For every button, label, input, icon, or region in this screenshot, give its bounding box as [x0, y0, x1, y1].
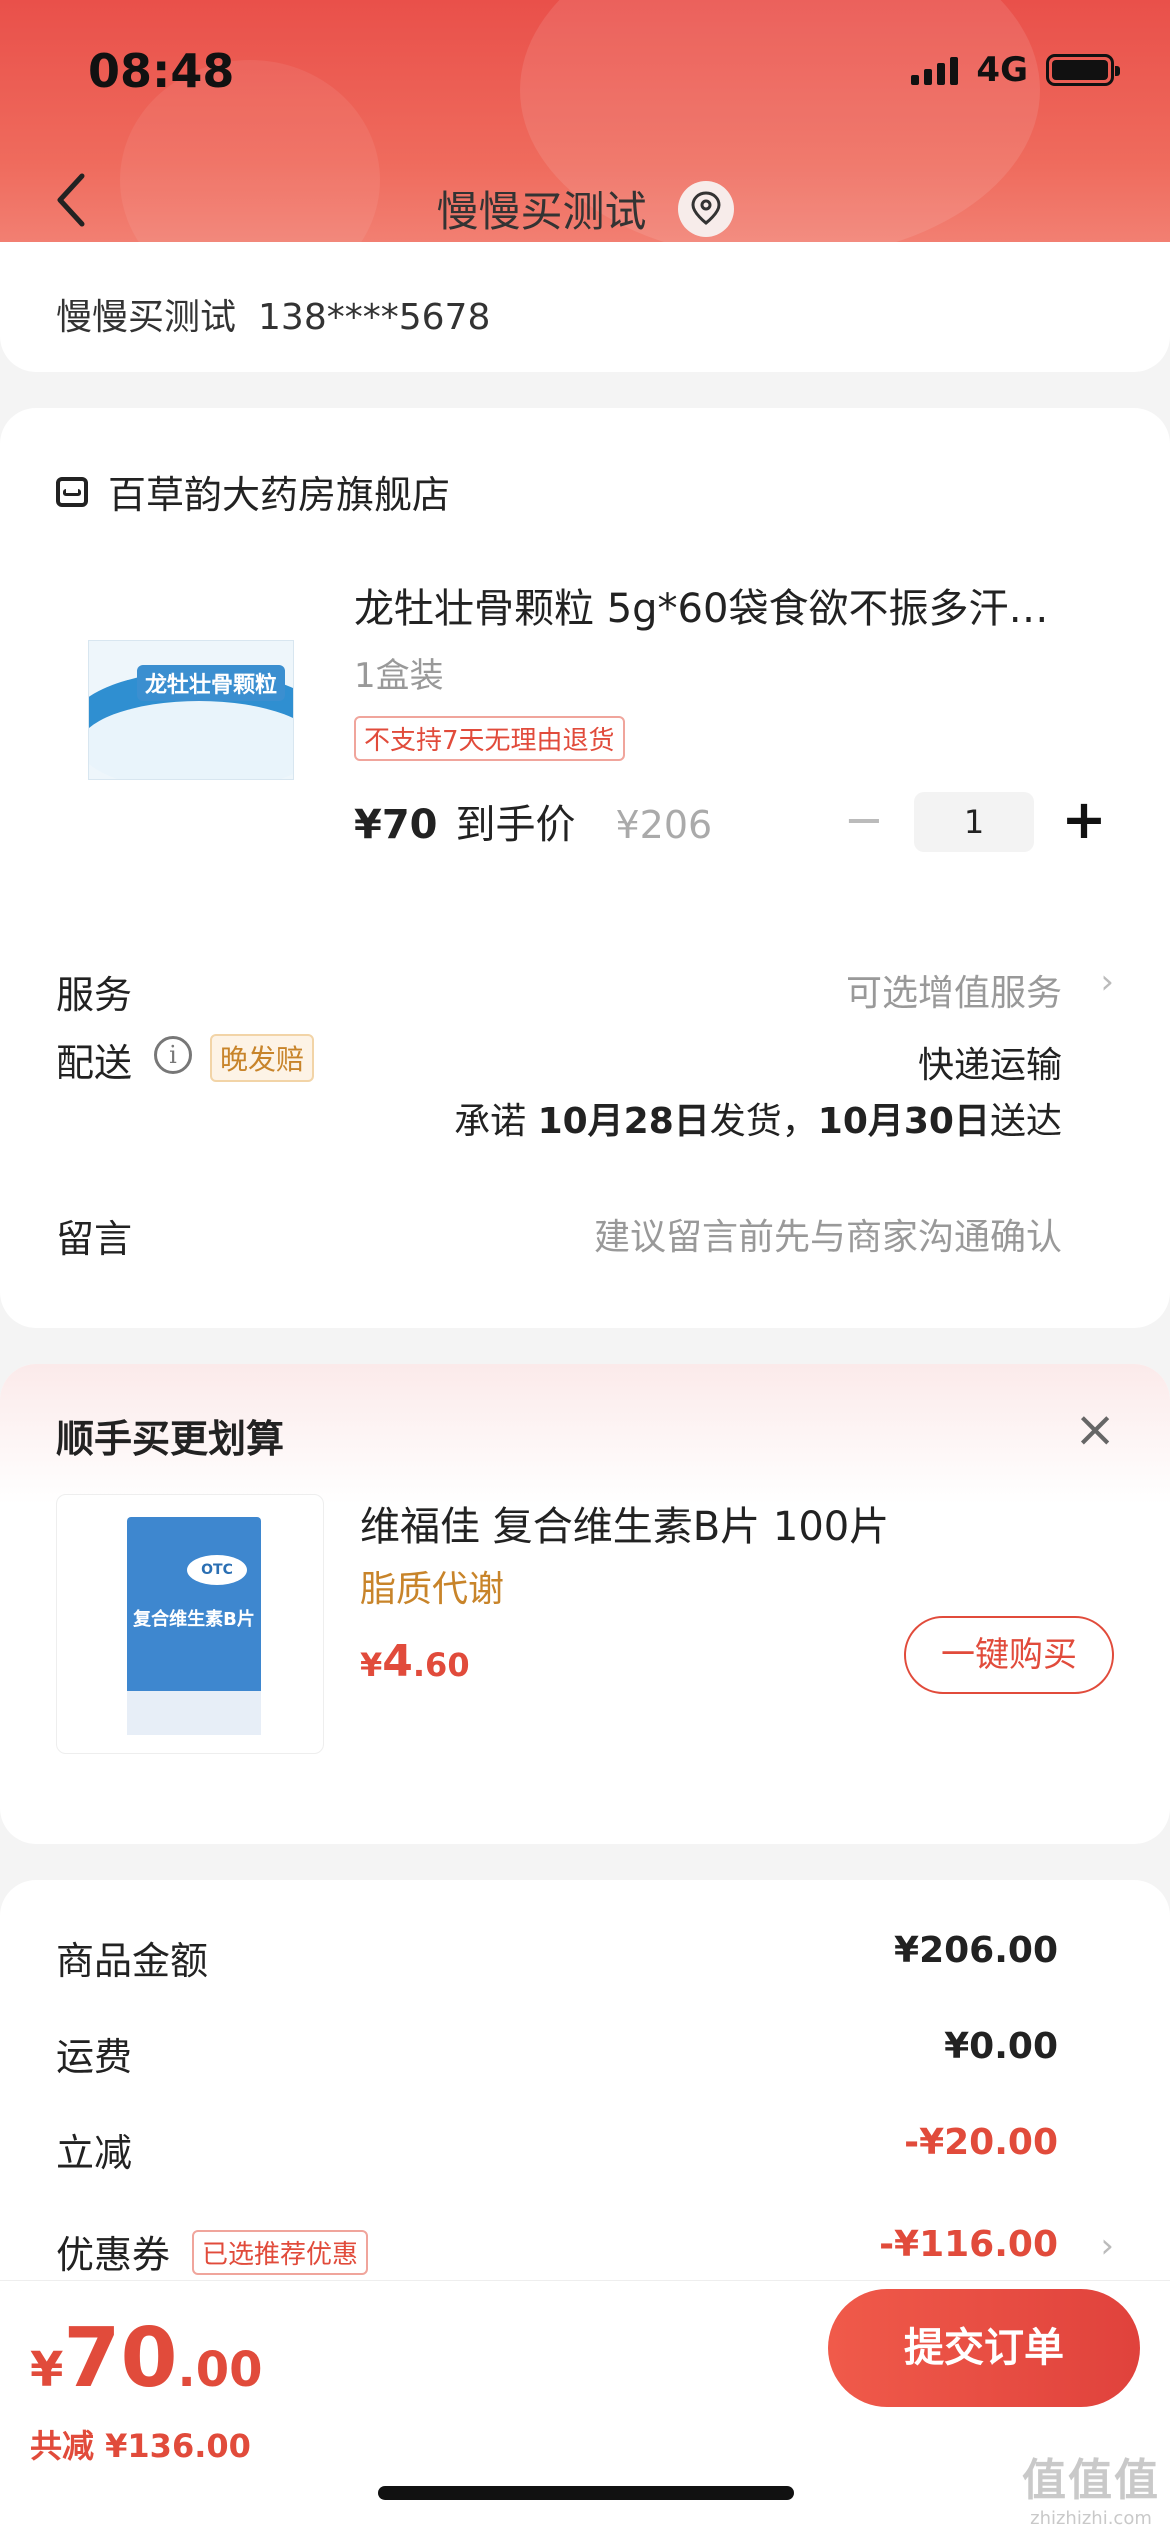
late-compensation-badge: 晚发赔	[210, 1034, 315, 1082]
total-saved: 共减 ¥136.00	[30, 2427, 251, 2465]
location-pin-icon	[691, 190, 721, 225]
shipping-fee-label: 运费	[56, 2035, 133, 2079]
coupon-selected-badge: 已选推荐优惠	[192, 2230, 369, 2275]
quantity-input[interactable]: 1	[914, 792, 1034, 852]
product-title[interactable]: 龙牡壮骨颗粒 5g*60袋食欲不振多汗…	[354, 576, 1114, 634]
increase-button[interactable]: +	[1054, 792, 1114, 852]
signal-icon	[911, 55, 959, 85]
home-indicator	[378, 2486, 794, 2500]
product-image-label: 龙牡壮骨颗粒	[137, 665, 286, 701]
coupon-value: -¥116.00	[879, 2224, 1058, 2265]
recommended-image-label: 复合维生素B片	[133, 1609, 255, 1630]
decrease-button[interactable]: −	[834, 792, 894, 852]
battery-icon	[1046, 54, 1120, 86]
address-card[interactable]: 慢慢买测试 138****5678	[0, 242, 1170, 372]
return-policy-tag: 不支持7天无理由退货	[354, 716, 625, 761]
title-bar: 慢慢买测试	[0, 178, 1170, 239]
recommendation-card: 顺手买更划算 × OTC 复合维生素B片 维福佳 复合维生素B片 100片 脂质…	[0, 1364, 1170, 1844]
shop-icon	[56, 476, 88, 507]
coupon-label: 优惠券	[56, 2233, 171, 2277]
watermark-url: zhizhizhi.com	[1030, 2508, 1152, 2529]
final-price: ¥70	[354, 802, 438, 848]
info-icon[interactable]: i	[154, 1036, 192, 1074]
shipping-method: 快递运输	[917, 1045, 1062, 1086]
recommended-product-tag: 脂质代谢	[360, 1569, 505, 1610]
shop-name: 百草韵大药房旗舰店	[108, 473, 451, 517]
network-type: 4G	[976, 50, 1028, 90]
product-spec: 1盒装	[354, 656, 444, 696]
header: 08:48 4G 慢慢买测试	[0, 0, 1170, 272]
status-time: 08:48	[88, 44, 235, 98]
recommended-product-name[interactable]: 维福佳 复合维生素B片 100片	[360, 1494, 889, 1552]
instant-discount-row: 立减 -¥20.00	[56, 2122, 1114, 2182]
coupon-row[interactable]: 优惠券 已选推荐优惠 -¥116.00 ›	[56, 2224, 1114, 2284]
service-value[interactable]: 可选增值服务	[846, 964, 1062, 1016]
message-input[interactable]: 建议留言前先与商家沟通确认	[594, 1208, 1062, 1260]
total-price: ¥70.00	[30, 2311, 263, 2406]
page-title: 慢慢买测试	[436, 187, 647, 236]
shipping-fee-value: ¥0.00	[944, 2026, 1058, 2067]
quantity-stepper: − 1 +	[834, 792, 1114, 852]
product-image[interactable]: 龙牡壮骨颗粒	[88, 640, 294, 780]
shipping-fee-row: 运费 ¥0.00	[56, 2026, 1114, 2086]
recommended-price: ¥4.60	[360, 1636, 470, 1687]
watermark: 值值值 zhizhizhi.com	[1022, 2444, 1160, 2529]
watermark-logo: 值值值	[1022, 2455, 1160, 2506]
final-price-label: 到手价	[455, 802, 576, 848]
recommended-product-image[interactable]: OTC 复合维生素B片	[56, 1494, 324, 1754]
price-row: ¥70 到手价 ¥206	[354, 792, 712, 850]
delivery-label: 配送	[56, 1041, 133, 1085]
receiver-phone: 138****5678	[258, 297, 491, 338]
close-icon[interactable]: ×	[1074, 1400, 1116, 1458]
order-card: 百草韵大药房旗舰店 龙牡壮骨颗粒 龙牡壮骨颗粒 5g*60袋食欲不振多汗… 1盒…	[0, 408, 1170, 1328]
shop-row[interactable]: 百草韵大药房旗舰店	[56, 464, 450, 519]
one-click-buy-button[interactable]: 一键购买	[904, 1616, 1114, 1694]
location-button[interactable]	[677, 180, 734, 237]
status-icons: 4G	[911, 50, 1120, 90]
instant-discount-value: -¥20.00	[904, 2122, 1058, 2163]
submit-order-button[interactable]: 提交订单	[828, 2289, 1140, 2407]
goods-amount-label: 商品金额	[56, 1939, 209, 1983]
message-label: 留言	[56, 1217, 133, 1261]
receiver-name: 慢慢买测试	[56, 297, 237, 338]
instant-discount-label: 立减	[56, 2131, 133, 2175]
goods-amount-row: 商品金额 ¥206.00	[56, 1930, 1114, 1990]
otc-badge: OTC	[187, 1555, 247, 1585]
original-price: ¥206	[615, 803, 713, 847]
service-label: 服务	[56, 973, 133, 1017]
shipping-promise: 承诺 10月28日发货，10月30日送达	[454, 1101, 1062, 1142]
chevron-right-icon[interactable]: ›	[1100, 2226, 1114, 2266]
recommendation-title: 顺手买更划算	[56, 1417, 285, 1461]
goods-amount-value: ¥206.00	[894, 1930, 1058, 1971]
chevron-right-icon[interactable]: ›	[1100, 962, 1114, 1002]
address-contact: 慢慢买测试 138****5678	[56, 288, 490, 340]
